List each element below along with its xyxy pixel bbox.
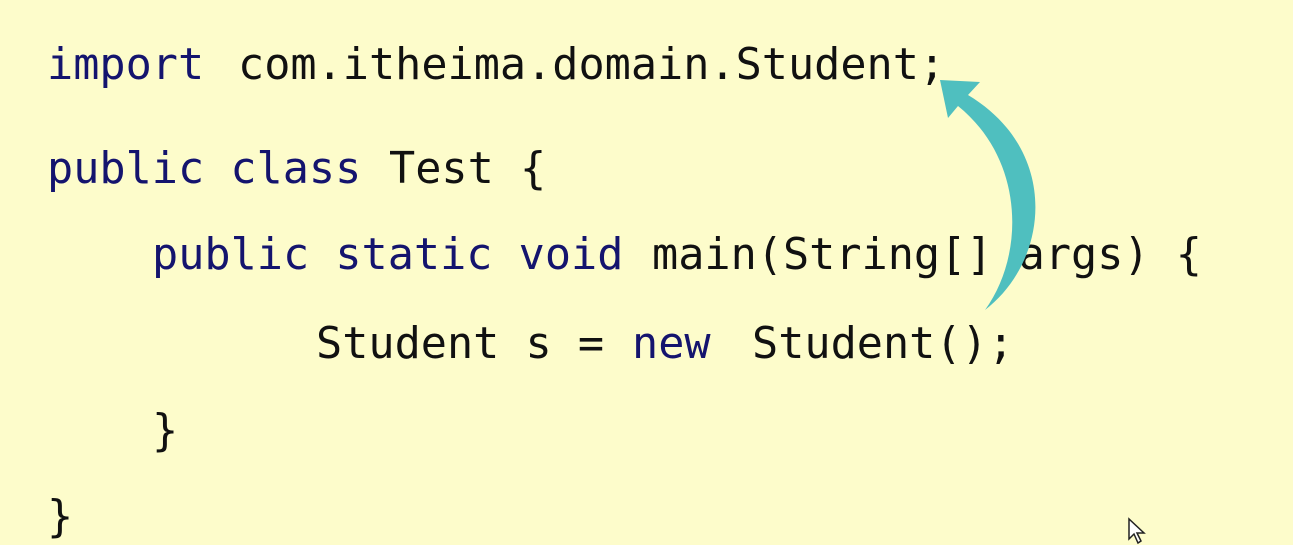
curved-arrow-icon [940,80,1036,310]
mouse-cursor-icon [1128,517,1146,545]
